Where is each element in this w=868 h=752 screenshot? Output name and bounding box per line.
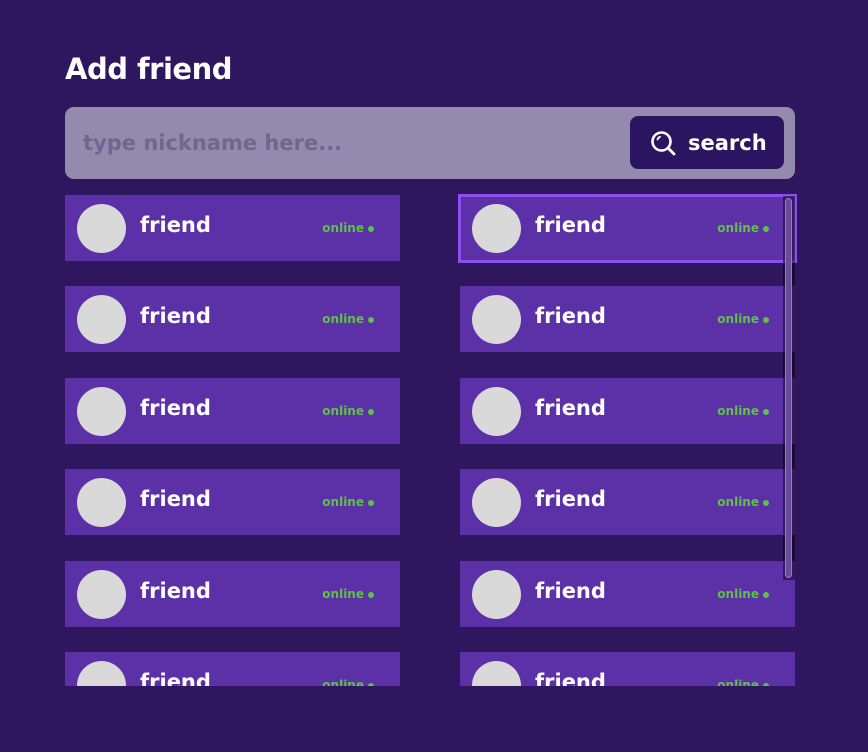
page-title: Add friend (65, 52, 233, 86)
status-dot-icon (763, 226, 769, 232)
search-bar: search (65, 107, 795, 179)
friend-name: friend (535, 579, 606, 603)
status-dot-icon (368, 683, 374, 686)
avatar (77, 387, 126, 436)
friend-card[interactable]: friend online (460, 378, 795, 444)
status-label: online (322, 678, 364, 686)
avatar (472, 661, 521, 686)
search-icon (650, 130, 676, 156)
friend-name: friend (535, 304, 606, 328)
avatar (77, 204, 126, 253)
friend-name: friend (140, 396, 211, 420)
status-label: online (717, 678, 759, 686)
friend-card[interactable]: friend online (460, 195, 795, 261)
friend-name: friend (535, 487, 606, 511)
status-dot-icon (763, 500, 769, 506)
friend-card[interactable]: friend online (65, 286, 400, 352)
friend-card[interactable]: friend online (65, 378, 400, 444)
status-dot-icon (763, 317, 769, 323)
avatar (77, 295, 126, 344)
status-dot-icon (368, 409, 374, 415)
friend-card[interactable]: friend online (460, 652, 795, 686)
friend-name: friend (140, 213, 211, 237)
friend-card[interactable]: friend online (460, 469, 795, 535)
avatar (472, 387, 521, 436)
avatar (472, 295, 521, 344)
friend-card[interactable]: friend online (460, 561, 795, 627)
status-dot-icon (763, 592, 769, 598)
friend-name: friend (140, 304, 211, 328)
status-dot-icon (368, 500, 374, 506)
status-label: online (717, 221, 759, 235)
status-label: online (322, 404, 364, 418)
friend-list[interactable]: friend online friend online friend onlin… (60, 190, 805, 686)
avatar (472, 570, 521, 619)
friend-card[interactable]: friend online (65, 652, 400, 686)
status-label: online (322, 312, 364, 326)
status-label: online (322, 495, 364, 509)
status-dot-icon (763, 683, 769, 686)
search-button[interactable]: search (630, 116, 784, 169)
avatar (77, 478, 126, 527)
search-button-label: search (688, 130, 767, 155)
avatar (472, 478, 521, 527)
status-label: online (322, 221, 364, 235)
friend-name: friend (535, 396, 606, 420)
status-label: online (717, 404, 759, 418)
status-label: online (717, 495, 759, 509)
status-dot-icon (368, 226, 374, 232)
friend-card[interactable]: friend online (65, 469, 400, 535)
status-label: online (717, 312, 759, 326)
friend-name: friend (535, 670, 606, 686)
status-dot-icon (368, 592, 374, 598)
friend-name: friend (535, 213, 606, 237)
friend-card[interactable]: friend online (65, 195, 400, 261)
friend-card[interactable]: friend online (460, 286, 795, 352)
scrollbar-thumb[interactable] (785, 198, 792, 578)
status-label: online (717, 587, 759, 601)
status-dot-icon (763, 409, 769, 415)
status-dot-icon (368, 317, 374, 323)
friend-name: friend (140, 579, 211, 603)
search-input[interactable] (83, 125, 603, 161)
status-label: online (322, 587, 364, 601)
friend-card[interactable]: friend online (65, 561, 400, 627)
avatar (472, 204, 521, 253)
friend-name: friend (140, 487, 211, 511)
avatar (77, 570, 126, 619)
avatar (77, 661, 126, 686)
friend-name: friend (140, 670, 211, 686)
